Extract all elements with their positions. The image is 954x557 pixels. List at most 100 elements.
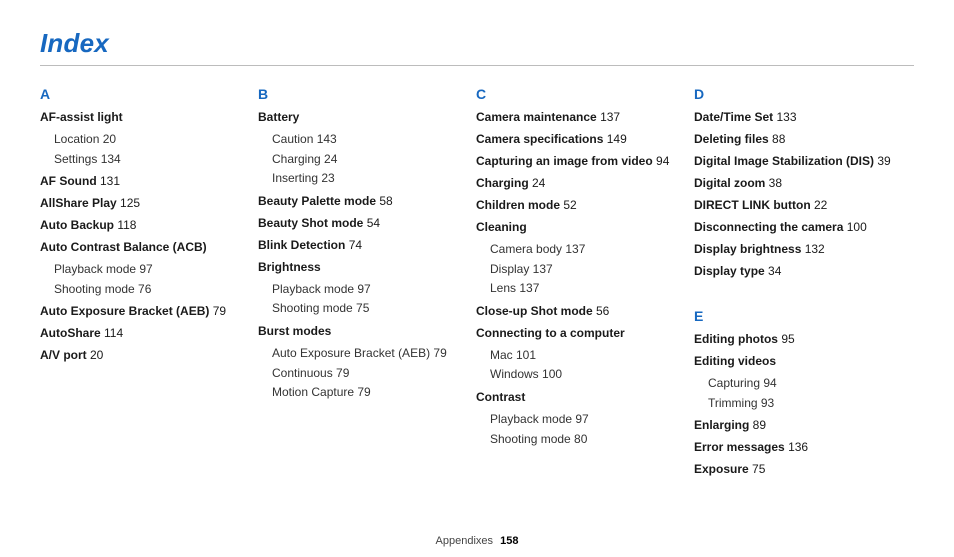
index-entry: Camera specifications 149 bbox=[476, 130, 684, 148]
footer-page: 158 bbox=[500, 535, 518, 547]
index-entry: Digital zoom 38 bbox=[694, 174, 902, 192]
index-entry: AF Sound 131 bbox=[40, 172, 248, 190]
index-entry-page: 56 bbox=[593, 304, 610, 318]
index-entry: Display brightness 132 bbox=[694, 240, 902, 258]
index-column: B Battery Caution 143Charging 24Inserting … bbox=[258, 86, 476, 482]
index-subentry: Camera body 137 bbox=[490, 240, 684, 259]
index-entry-page: 118 bbox=[114, 218, 136, 232]
index-entry: Capturing an image from video 94 bbox=[476, 152, 684, 170]
page: Index A AF-assist light Location 20Setting… bbox=[0, 0, 954, 557]
index-entry-page: 58 bbox=[376, 194, 393, 208]
index-entry-page: 20 bbox=[87, 348, 104, 362]
index-entry-page: 125 bbox=[117, 196, 140, 210]
index-subentry: Shooting mode 76 bbox=[54, 280, 248, 299]
index-subentry: Display 137 bbox=[490, 260, 684, 279]
index-entry-page: 95 bbox=[778, 332, 795, 346]
index-entry: Contrast bbox=[476, 388, 684, 406]
index-entry: Error messages 136 bbox=[694, 438, 902, 456]
index-entry: Disconnecting the camera 100 bbox=[694, 218, 902, 236]
index-letter: B bbox=[258, 86, 466, 102]
index-entry: Editing photos 95 bbox=[694, 330, 902, 348]
title-rule bbox=[40, 65, 914, 66]
index-entry-page: 149 bbox=[603, 132, 626, 146]
index-entry-page: 100 bbox=[843, 220, 866, 234]
index-section: C Camera maintenance 137 Camera specificat… bbox=[476, 86, 684, 448]
footer-section: Appendixes bbox=[436, 535, 494, 547]
index-entry-page: 89 bbox=[749, 418, 766, 432]
index-entry-page: 22 bbox=[811, 198, 828, 212]
index-subentry: Playback mode 97 bbox=[54, 260, 248, 279]
index-subentry: Location 20 bbox=[54, 130, 248, 149]
index-subentry: Windows 100 bbox=[490, 365, 684, 384]
index-entry-page: 38 bbox=[765, 176, 782, 190]
index-entry-page: 52 bbox=[560, 198, 577, 212]
index-subentry: Charging 24 bbox=[272, 150, 466, 169]
index-entry-page: 94 bbox=[653, 154, 670, 168]
index-entry-page: 34 bbox=[765, 264, 782, 278]
index-letter: C bbox=[476, 86, 684, 102]
index-column: C Camera maintenance 137 Camera specificat… bbox=[476, 86, 694, 482]
index-entry-page: 24 bbox=[529, 176, 546, 190]
index-subentry: Shooting mode 80 bbox=[490, 430, 684, 449]
index-entry: AllShare Play 125 bbox=[40, 194, 248, 212]
index-entry-page: 74 bbox=[345, 238, 362, 252]
index-entry-page: 131 bbox=[97, 174, 120, 188]
index-subentry: Trimming 93 bbox=[708, 394, 902, 413]
index-entry: Editing videos bbox=[694, 352, 902, 370]
index-entry-page: 39 bbox=[874, 154, 891, 168]
index-entry: Digital Image Stabilization (DIS) 39 bbox=[694, 152, 902, 170]
page-footer: Appendixes 158 bbox=[0, 535, 954, 547]
index-entry: DIRECT LINK button 22 bbox=[694, 196, 902, 214]
index-subentry: Caution 143 bbox=[272, 130, 466, 149]
page-title: Index bbox=[40, 28, 914, 59]
index-subentry: Auto Exposure Bracket (AEB) 79 bbox=[272, 344, 466, 363]
index-entry: Auto Exposure Bracket (AEB) 79 bbox=[40, 302, 248, 320]
index-entry: Charging 24 bbox=[476, 174, 684, 192]
index-entry: Deleting files 88 bbox=[694, 130, 902, 148]
index-letter: D bbox=[694, 86, 902, 102]
index-entry: Burst modes bbox=[258, 322, 466, 340]
index-entry-page: 88 bbox=[769, 132, 786, 146]
index-columns: A AF-assist light Location 20Settings 134 A… bbox=[40, 86, 914, 482]
index-subentry: Settings 134 bbox=[54, 150, 248, 169]
index-entry: Beauty Palette mode 58 bbox=[258, 192, 466, 210]
index-subentry: Shooting mode 75 bbox=[272, 299, 466, 318]
index-entry: Brightness bbox=[258, 258, 466, 276]
index-entry-page: 137 bbox=[597, 110, 620, 124]
index-entry: Display type 34 bbox=[694, 262, 902, 280]
index-letter: A bbox=[40, 86, 248, 102]
index-entry: Date/Time Set 133 bbox=[694, 108, 902, 126]
index-entry: Cleaning bbox=[476, 218, 684, 236]
index-subentry: Playback mode 97 bbox=[272, 280, 466, 299]
index-entry-page: 114 bbox=[101, 326, 123, 340]
index-entry: Children mode 52 bbox=[476, 196, 684, 214]
index-entry: Battery bbox=[258, 108, 466, 126]
index-subentry: Playback mode 97 bbox=[490, 410, 684, 429]
index-column: D Date/Time Set 133 Deleting files 88 Digit… bbox=[694, 86, 912, 482]
index-entry: Close-up Shot mode 56 bbox=[476, 302, 684, 320]
index-section: D Date/Time Set 133 Deleting files 88 Digit… bbox=[694, 86, 902, 280]
index-letter: E bbox=[694, 308, 902, 324]
index-entry: AF-assist light bbox=[40, 108, 248, 126]
index-entry: Enlarging 89 bbox=[694, 416, 902, 434]
index-entry: Beauty Shot mode 54 bbox=[258, 214, 466, 232]
index-subentry: Inserting 23 bbox=[272, 169, 466, 188]
index-entry: AutoShare 114 bbox=[40, 324, 248, 342]
index-entry: Camera maintenance 137 bbox=[476, 108, 684, 126]
index-section: B Battery Caution 143Charging 24Inserting … bbox=[258, 86, 466, 402]
index-entry: A/V port 20 bbox=[40, 346, 248, 364]
index-column: A AF-assist light Location 20Settings 134 A… bbox=[40, 86, 258, 482]
index-entry-page: 75 bbox=[749, 462, 766, 476]
index-subentry: Motion Capture 79 bbox=[272, 383, 466, 402]
index-entry: Auto Backup 118 bbox=[40, 216, 248, 234]
index-entry: Auto Contrast Balance (ACB) bbox=[40, 238, 248, 256]
index-entry: Blink Detection 74 bbox=[258, 236, 466, 254]
index-entry: Connecting to a computer bbox=[476, 324, 684, 342]
index-entry-page: 136 bbox=[785, 440, 808, 454]
index-entry: Exposure 75 bbox=[694, 460, 902, 478]
index-subentry: Mac 101 bbox=[490, 346, 684, 365]
index-section: A AF-assist light Location 20Settings 134 A… bbox=[40, 86, 248, 364]
index-section: EEditing photos 95Editing videosCapturin… bbox=[694, 308, 902, 478]
index-subentry: Continuous 79 bbox=[272, 364, 466, 383]
index-entry-page: 54 bbox=[363, 216, 380, 230]
